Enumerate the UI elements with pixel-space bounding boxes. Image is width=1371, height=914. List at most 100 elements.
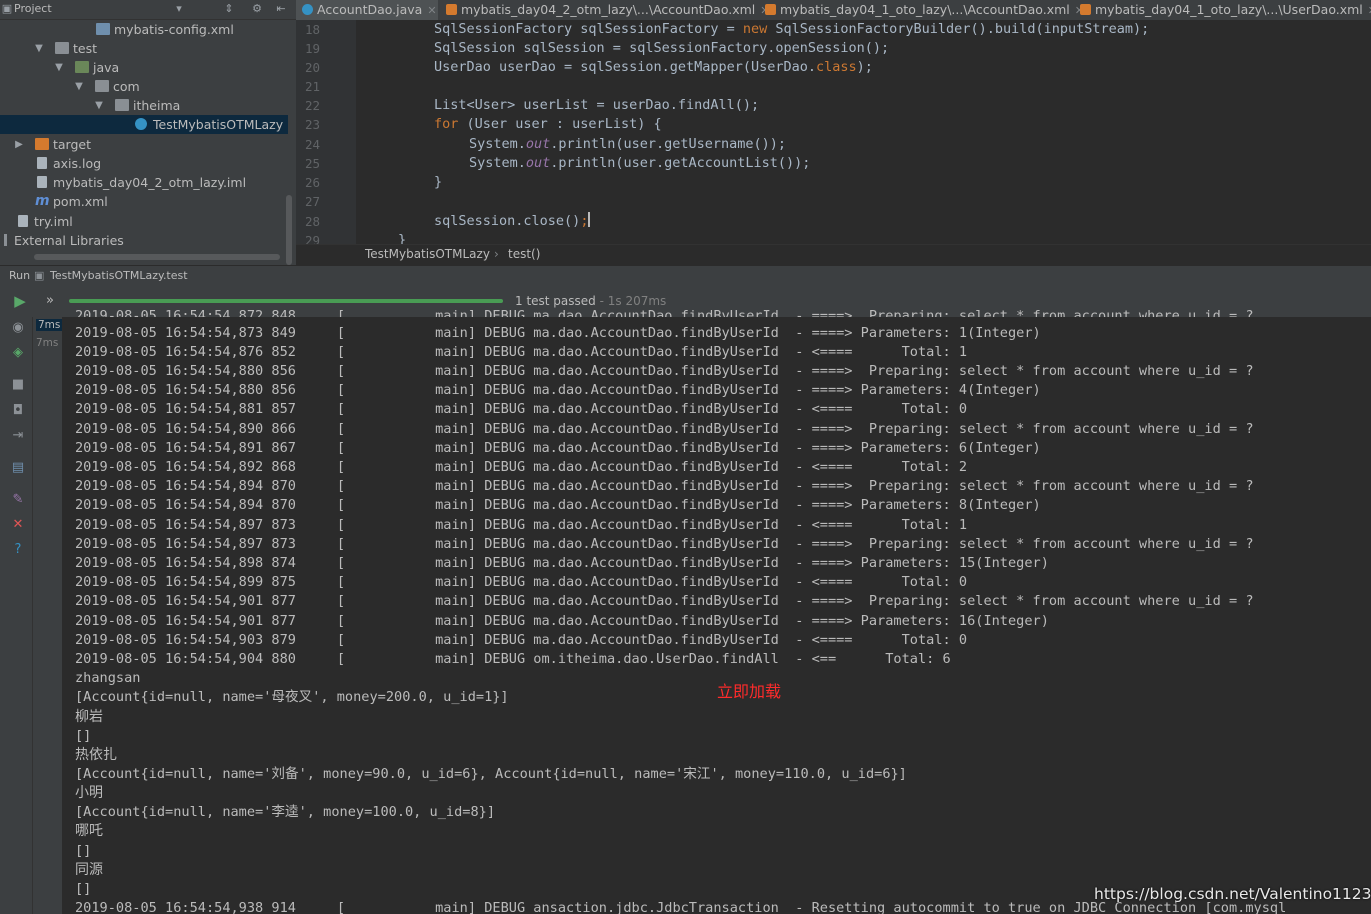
dropdown-icon[interactable]: ▾ [172,2,186,16]
line-number: 29 [304,233,320,244]
excluded-folder-icon [35,138,49,150]
log-line: 2019-08-05 16:54:54,904 880 [ main] DEBU… [75,651,951,667]
chevron-down-icon[interactable]: ▼ [34,39,44,58]
maven-file-icon: m [35,193,50,209]
tree-item-target[interactable]: ▶ target [0,135,288,154]
close-icon[interactable]: ✕ [427,4,436,17]
tree-item-external-libraries[interactable]: External Libraries [0,231,288,250]
test-progress-bar [69,299,503,303]
line-number: 28 [304,214,320,229]
xml-file-icon [1080,4,1091,15]
project-header: ▣ Project ▾ ⇕ ⚙ ⇤ [0,0,296,20]
tree-item-label: com [113,79,140,94]
log-line: 2019-08-05 16:54:54,903 879 [ main] DEBU… [75,632,968,648]
tree-item-module-iml[interactable]: mybatis_day04_2_otm_lazy.iml [0,173,288,192]
xml-file-icon [96,23,110,35]
output-line: [] [75,843,92,859]
chevron-down-icon[interactable]: ▼ [54,58,64,77]
log-line: 2019-08-05 16:54:54,876 852 [ main] DEBU… [75,344,968,360]
line-number: 26 [304,175,320,190]
xml-file-icon [765,4,776,15]
editor-tabs: AccountDao.java ✕ mybatis_day04_2_otm_laz… [296,0,1371,21]
line-number: 25 [304,156,320,171]
tree-item-com[interactable]: ▼ com [0,77,288,96]
run-panel-header: Run ▣ TestMybatisOTMLazy.test [0,265,1371,286]
output-line: 哪吒 [75,823,103,839]
folder-icon [55,42,69,54]
code-line-28: sqlSession.close(); [434,212,591,229]
log-line: 2019-08-05 16:54:54,880 856 [ main] DEBU… [75,382,1041,398]
hide-icon[interactable]: ⇤ [274,2,288,16]
gear-icon[interactable]: ⚙ [250,2,264,16]
tab-accountdao-java[interactable]: AccountDao.java ✕ [296,0,438,20]
test-config-icon: ▣ [34,269,45,282]
tree-item-mybatis-config[interactable]: mybatis-config.xml [0,20,288,39]
log-line: 2019-08-05 16:54:54,894 870 [ main] DEBU… [75,478,1254,494]
tree-item-label: axis.log [53,156,102,171]
collapse-all-icon[interactable]: ⇕ [222,2,236,16]
exit-icon[interactable]: ⇥ [10,428,26,444]
breadcrumb-class[interactable]: TestMybatisOTMLazy [365,247,490,261]
project-title[interactable]: Project [14,2,52,15]
tab-otm-accountdao-xml[interactable]: mybatis_day04_2_otm_lazy\...\AccountDao.… [440,0,770,20]
tree-item-test-class[interactable]: TestMybatisOTMLazy [0,115,288,134]
stop-icon[interactable]: ■ [10,377,26,393]
output-line: 同源 [75,862,103,878]
debug-icon[interactable]: ◉ [10,320,26,336]
text-caret [588,212,591,227]
tab-label: mybatis_day04_1_oto_lazy\...\AccountDao.… [780,2,1070,17]
run-title[interactable]: Run [9,269,30,282]
close-icon[interactable]: ✕ [10,517,26,533]
line-number: 23 [304,117,320,132]
tree-item-axis-log[interactable]: axis.log [0,154,288,173]
tab-label: mybatis_day04_2_otm_lazy\...\AccountDao.… [461,2,756,17]
output-line: 小明 [75,785,103,801]
tree-item-label: itheima [133,98,181,113]
java-class-icon [302,4,313,15]
tree-item-label: test [73,41,98,56]
tab-oto-accountdao-xml[interactable]: mybatis_day04_1_oto_lazy\...\AccountDao.… [759,0,1084,20]
chevron-down-icon[interactable]: ▼ [94,96,104,115]
rerun-icon[interactable]: ▶ [12,293,28,309]
test-duration[interactable]: 7ms [36,337,58,349]
pin-icon[interactable]: ✎ [10,492,26,508]
line-number: 21 [304,79,320,94]
test-duration[interactable]: 7ms [36,319,63,331]
tab-oto-userdao-xml[interactable]: mybatis_day04_1_oto_lazy\...\UserDao.xml… [1074,0,1371,20]
tree-item-test[interactable]: ▼ test [0,39,288,58]
vertical-scrollbar[interactable] [286,195,292,265]
package-icon [95,80,109,92]
log-line: 2019-08-05 16:54:54,873 849 [ main] DEBU… [75,325,1041,341]
chevron-right-icon[interactable]: ▶ [14,135,24,154]
more-icon[interactable]: » [42,293,58,309]
tree-item-label: External Libraries [14,233,124,248]
tree-item-label: mybatis-config.xml [114,22,234,37]
layout-icon[interactable]: ▤ [10,460,26,476]
line-number: 24 [304,137,320,152]
run-config-name[interactable]: TestMybatisOTMLazy.test [50,269,188,282]
library-icon [4,234,7,246]
code-line-24: System.out.println(user.getUsername()); [469,136,786,152]
log-line: 2019-08-05 16:54:54,897 873 [ main] DEBU… [75,517,968,533]
xml-file-icon [446,4,457,15]
toggle-tree-icon[interactable]: ◈ [10,345,26,361]
annotation-label: 立即加载 [717,682,782,701]
output-line: [] [75,881,92,897]
log-line: 2019-08-05 16:54:54,901 877 [ main] DEBU… [75,593,1254,609]
horizontal-scrollbar[interactable] [34,254,280,260]
help-icon[interactable]: ? [10,542,26,558]
output-line: [] [75,728,92,744]
chevron-down-icon[interactable]: ▼ [74,77,84,96]
breadcrumb-method[interactable]: test() [508,247,540,261]
test-tree-panel [33,317,62,914]
tree-item-label: pom.xml [53,194,108,209]
tree-item-try-iml[interactable]: try.iml [0,212,288,231]
tree-item-itheima[interactable]: ▼ itheima [0,96,288,115]
output-line: [Account{id=null, name='李逵', money=100.0… [75,804,496,820]
code-line-26: } [434,174,443,190]
tree-item-java[interactable]: ▼ java [0,58,288,77]
tree-item-label: try.iml [34,214,73,229]
camera-icon[interactable]: ◘ [10,403,26,419]
log-line: 2019-08-05 16:54:54,901 877 [ main] DEBU… [75,613,1049,629]
tree-item-pom[interactable]: m pom.xml [0,192,288,211]
